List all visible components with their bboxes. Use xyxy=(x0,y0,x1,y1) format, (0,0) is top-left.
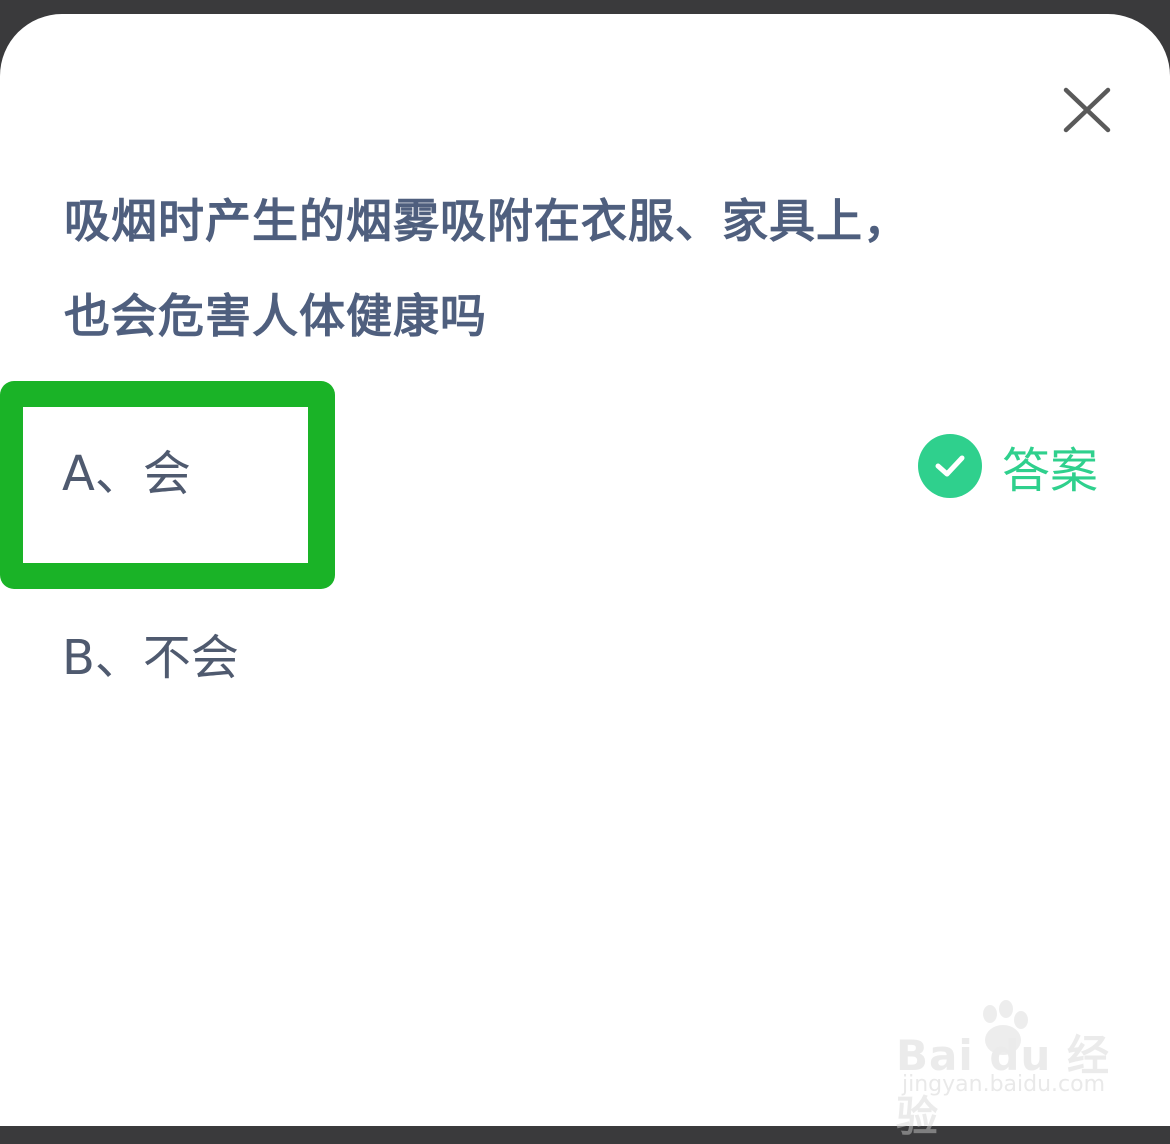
option-b[interactable]: B、不会 xyxy=(62,618,239,688)
question-text: 吸烟时产生的烟雾吸附在衣服、家具上， 也会危害人体健康吗 xyxy=(64,174,1084,364)
question-line-2: 也会危害人体健康吗 xyxy=(64,289,487,343)
watermark-url: jingyan.baidu.com xyxy=(902,1072,1106,1097)
check-circle-icon xyxy=(918,434,982,498)
answer-label: 答案 xyxy=(1002,443,1099,499)
answer-marker: 答案 xyxy=(918,434,1099,499)
close-icon xyxy=(1063,87,1111,133)
close-button[interactable] xyxy=(1062,86,1112,134)
question-line-1: 吸烟时产生的烟雾吸附在衣服、家具上， xyxy=(64,194,910,248)
option-a[interactable]: A、会 xyxy=(62,434,191,504)
baidu-jingyan-watermark: Bai du 经验 jingyan.baidu.com xyxy=(896,1000,1111,1141)
